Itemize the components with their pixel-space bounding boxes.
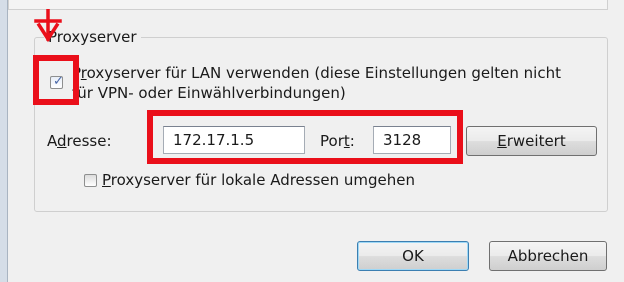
use-proxy-checkbox[interactable]: ✓ [50, 74, 64, 89]
port-input[interactable]: 3128 [373, 126, 451, 154]
address-input[interactable]: 172.17.1.5 [163, 126, 305, 154]
cancel-button[interactable]: Abbrechen [489, 241, 607, 271]
window-frame-left [0, 0, 8, 282]
ok-button[interactable]: OK [357, 241, 469, 271]
use-proxy-label-line2[interactable]: für VPN- oder Einwählverbindungen) [72, 84, 346, 102]
down-arrow-icon [34, 9, 62, 43]
advanced-button[interactable]: Erweitert [466, 126, 597, 156]
upper-panel-edge [8, 0, 608, 10]
bypass-local-label[interactable]: Proxyserver für lokale Adressen umgehen [102, 171, 415, 189]
bypass-local-checkbox[interactable] [84, 174, 97, 187]
checkmark-icon: ✓ [53, 74, 64, 89]
port-label: Port: [320, 132, 355, 150]
address-label: Adresse: [47, 132, 112, 150]
use-proxy-label-line1[interactable]: Proxyserver für LAN verwenden (diese Ein… [72, 64, 561, 82]
